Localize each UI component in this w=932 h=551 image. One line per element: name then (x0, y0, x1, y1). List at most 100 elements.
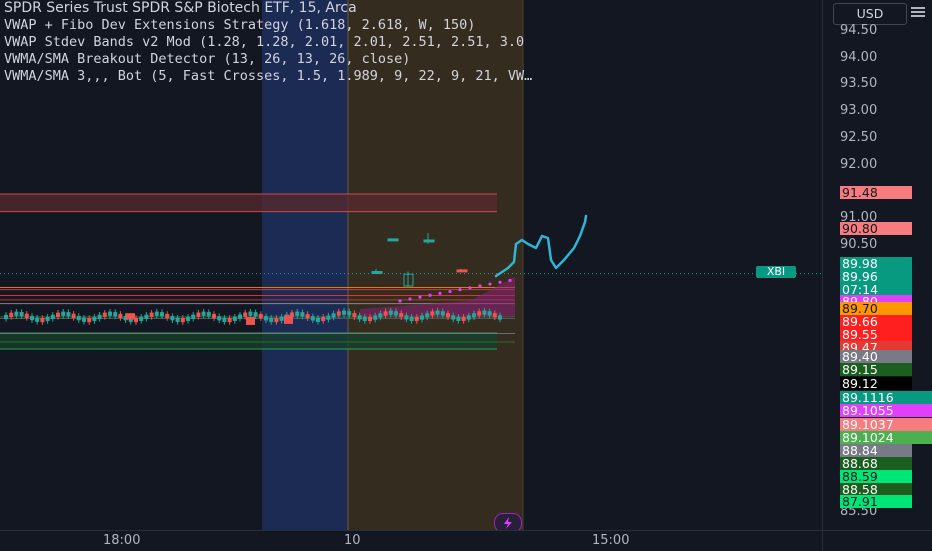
signal-dot (408, 297, 412, 301)
signal-dot (398, 299, 402, 303)
candle-body (420, 315, 424, 320)
lightning-icon[interactable] (494, 513, 522, 530)
signal-dot (448, 289, 452, 294)
candle-body (108, 311, 112, 316)
indicator-vwma-sma-bot[interactable]: VWMA/SMA 3,,, Bot (5, Fast Crosses, 1.5,… (4, 68, 532, 85)
price-tick: 94.00 (840, 49, 878, 65)
signal-dot (438, 291, 442, 296)
signal-dot (418, 295, 422, 299)
candle-body (160, 312, 164, 317)
candle-body (383, 311, 388, 316)
indicator-breakout-detector[interactable]: VWMA/SMA Breakout Detector (13, 26, 13, … (4, 51, 532, 68)
axis-corner (822, 530, 932, 551)
candle-body (399, 313, 404, 318)
candle-body (253, 312, 258, 317)
signal-dot (428, 293, 432, 297)
candle-body (264, 316, 268, 321)
price-label: 90.80 (840, 222, 912, 235)
candle-body (232, 316, 237, 321)
candle-body (492, 313, 497, 318)
candle-body (387, 238, 399, 242)
candle-body (113, 312, 118, 317)
candle-body (35, 317, 40, 322)
chart-legend: SPDR Series Trust SPDR S&P Biotech ETF, … (4, 0, 532, 85)
candle-body (9, 312, 14, 317)
time-axis[interactable]: 18:00 10 15:00 (0, 530, 822, 551)
candle-body (149, 312, 154, 317)
candle-body (14, 311, 19, 316)
candle-body (414, 316, 419, 322)
candle-body (19, 312, 24, 317)
chart-pane[interactable]: SPDR Series Trust SPDR S&P Biotech ETF, … (0, 0, 822, 530)
candle-body (352, 313, 357, 318)
candle-body (435, 310, 440, 315)
candle-body (243, 312, 248, 317)
price-tick: 94.50 (840, 23, 878, 38)
candle-body (139, 316, 144, 322)
indicator-vwap-fibo[interactable]: VWAP + Fibo Dev Extensions Strategy (1.6… (4, 17, 532, 34)
candle-body (56, 312, 60, 317)
candle-body (404, 315, 409, 320)
candle-body (191, 314, 196, 319)
candle-body (269, 317, 274, 322)
candle-body (206, 312, 211, 317)
price-label: 89.12 (840, 377, 912, 390)
indicator-vwap-stdev[interactable]: VWAP Stdev Bands v2 Mod (1.28, 1.28, 2.0… (4, 34, 532, 51)
candle-body (71, 313, 76, 319)
candle-body (284, 315, 293, 324)
candle-body (498, 315, 502, 320)
upper-band-zone (0, 194, 497, 212)
candle-body (126, 313, 135, 320)
candle-body (446, 313, 450, 318)
candle-body (97, 314, 102, 319)
candle-body (300, 312, 305, 317)
candle-body (24, 313, 29, 318)
candle-body (217, 316, 222, 321)
candle-body (222, 317, 227, 322)
price-label: 87.91 (840, 495, 912, 508)
price-tick: 90.50 (840, 236, 878, 252)
candle-body (212, 313, 216, 319)
price-tick: 92.50 (840, 129, 878, 145)
candle-body (40, 317, 45, 323)
candle-body (487, 311, 492, 316)
candle-body (305, 314, 310, 319)
candle-body (144, 314, 149, 319)
candle-body (102, 312, 107, 317)
candle-body (82, 317, 86, 322)
candle-body (92, 316, 97, 322)
candle-body (409, 316, 414, 321)
lower-band-zone (0, 332, 497, 349)
candle-body (456, 269, 468, 273)
symbol-title[interactable]: SPDR Series Trust SPDR S&P Biotech ETF, … (4, 0, 532, 17)
price-tick: 93.50 (840, 76, 878, 92)
candle-body (362, 316, 367, 321)
price-tick: 93.00 (840, 103, 878, 119)
candle-body (295, 311, 300, 316)
candle-body (238, 314, 242, 319)
price-axis[interactable]: USD 94.50 94.00 93.50 93.00 92.50 92.00 91.00 9… (822, 0, 932, 530)
price-label: 89.1055 (840, 404, 932, 417)
candle-body (66, 312, 71, 317)
candle-body (371, 271, 383, 274)
symbol-tag: XBI (756, 266, 796, 278)
menu-icon[interactable] (911, 5, 925, 19)
candle-body (316, 317, 320, 323)
candle-body (274, 317, 279, 323)
signal-dot (468, 286, 472, 290)
price-tick: 92.00 (840, 156, 878, 172)
time-label: 18:00 (103, 533, 141, 548)
candle-body (456, 316, 461, 321)
candle-body (201, 311, 206, 316)
candle-body (310, 316, 315, 321)
currency-button[interactable]: USD (833, 3, 907, 25)
candle-body (394, 311, 398, 316)
candle-body (482, 310, 487, 315)
candle-body (186, 316, 190, 321)
price-label: 91.48 (840, 186, 912, 199)
candle-body (425, 313, 430, 318)
candle-body (326, 315, 331, 320)
candle-body (87, 317, 92, 323)
candle-body (336, 311, 341, 316)
candle-body (248, 311, 253, 316)
